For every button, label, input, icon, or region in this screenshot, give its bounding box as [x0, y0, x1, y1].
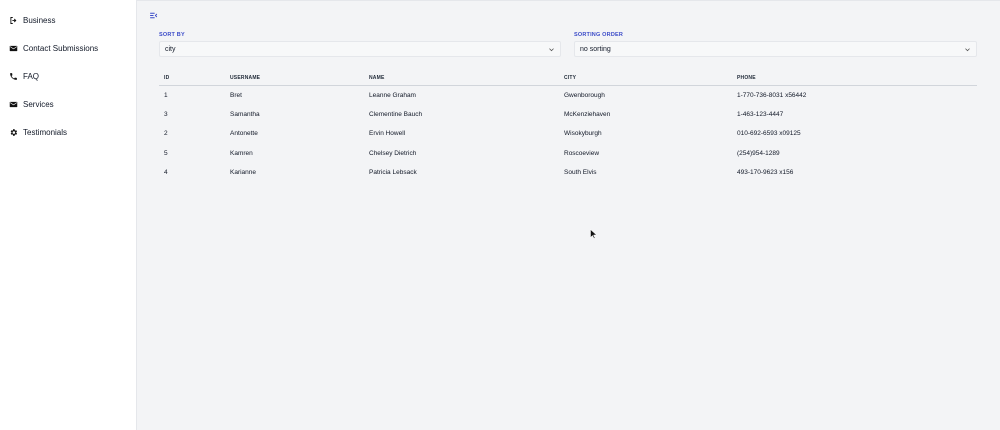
- cell-phone: 493-170-9623 x156: [737, 169, 794, 177]
- table-row[interactable]: 3 Samantha Clementine Bauch McKenziehave…: [159, 105, 977, 125]
- column-header-phone[interactable]: PHONE: [732, 71, 977, 86]
- cell-id: 2: [164, 130, 168, 138]
- sort-by-filter: SORT BY city: [159, 31, 561, 57]
- sidebar-item-faq[interactable]: FAQ: [0, 62, 136, 90]
- cell-username: Antonette: [230, 130, 258, 138]
- cell-city: Gwenborough: [564, 91, 605, 99]
- cell-username: Bret: [230, 91, 242, 99]
- sorting-order-value: no sorting: [580, 45, 611, 53]
- sidebar: Business Contact Submissions FAQ Service…: [0, 0, 137, 430]
- column-header-name[interactable]: NAME: [364, 71, 559, 86]
- table-header-row: ID USERNAME NAME CITY PHONE: [159, 71, 977, 86]
- cell-name: Clementine Bauch: [369, 110, 423, 118]
- mail-icon: [9, 100, 18, 109]
- chevron-down-icon: [964, 46, 971, 53]
- table-row[interactable]: 4 Karianne Patricia Lebsack South Elvis …: [159, 163, 977, 183]
- cell-city: South Elvis: [564, 169, 597, 177]
- cell-name: Chelsey Dietrich: [369, 149, 417, 157]
- sidebar-item-label: Services: [23, 99, 54, 109]
- cell-username: Kamren: [230, 149, 253, 157]
- cell-name: Leanne Graham: [369, 91, 416, 99]
- sort-by-select[interactable]: city: [159, 41, 561, 57]
- sidebar-item-label: FAQ: [23, 71, 40, 81]
- phone-icon: [9, 72, 18, 81]
- cell-phone: (254)954-1289: [737, 149, 780, 157]
- sort-by-value: city: [165, 45, 176, 53]
- gear-icon: [9, 128, 18, 137]
- sidebar-item-services[interactable]: Services: [0, 90, 136, 118]
- sorting-order-select[interactable]: no sorting: [574, 41, 977, 57]
- table-row[interactable]: 5 Kamren Chelsey Dietrich Roscoeview (25…: [159, 144, 977, 164]
- mail-icon: [9, 44, 18, 53]
- cell-id: 3: [164, 110, 168, 118]
- cell-phone: 010-692-6593 x09125: [737, 130, 801, 138]
- column-header-city[interactable]: CITY: [559, 71, 732, 86]
- cell-name: Ervin Howell: [369, 130, 406, 138]
- cell-city: McKenziehaven: [564, 110, 611, 118]
- sorting-order-label: SORTING ORDER: [574, 32, 624, 38]
- cell-id: 4: [164, 169, 168, 177]
- cell-phone: 1-770-736-8031 x56442: [737, 91, 807, 99]
- column-header-username[interactable]: USERNAME: [225, 71, 364, 86]
- sidebar-item-testimonials[interactable]: Testimonials: [0, 118, 136, 146]
- cell-username: Karianne: [230, 169, 257, 177]
- cell-username: Samantha: [230, 110, 260, 118]
- main-content: SORT BY city SORTING ORDER no sorting ID…: [137, 0, 1000, 430]
- menu-collapse-icon[interactable]: [148, 10, 158, 20]
- cell-id: 1: [164, 91, 168, 99]
- table-row[interactable]: 1 Bret Leanne Graham Gwenborough 1-770-7…: [159, 85, 977, 105]
- users-table: ID USERNAME NAME CITY PHONE 1 Bret Leann…: [159, 71, 977, 183]
- logout-icon: [9, 16, 18, 25]
- cell-id: 5: [164, 149, 168, 157]
- sidebar-item-label: Testimonials: [23, 127, 68, 137]
- mouse-cursor-icon: [590, 226, 598, 239]
- cell-name: Patricia Lebsack: [369, 169, 417, 177]
- sidebar-item-business[interactable]: Business: [0, 6, 136, 34]
- sort-by-label: SORT BY: [159, 32, 185, 38]
- column-header-id[interactable]: ID: [159, 71, 225, 86]
- sidebar-item-label: Business: [23, 15, 56, 25]
- table-row[interactable]: 2 Antonette Ervin Howell Wisokyburgh 010…: [159, 124, 977, 144]
- sidebar-item-contact-submissions[interactable]: Contact Submissions: [0, 34, 136, 62]
- sorting-order-filter: SORTING ORDER no sorting: [574, 31, 977, 57]
- sidebar-item-label: Contact Submissions: [23, 43, 99, 53]
- chevron-down-icon: [548, 46, 555, 53]
- cell-city: Roscoeview: [564, 149, 600, 157]
- cell-city: Wisokyburgh: [564, 130, 602, 138]
- cell-phone: 1-463-123-4447: [737, 110, 784, 118]
